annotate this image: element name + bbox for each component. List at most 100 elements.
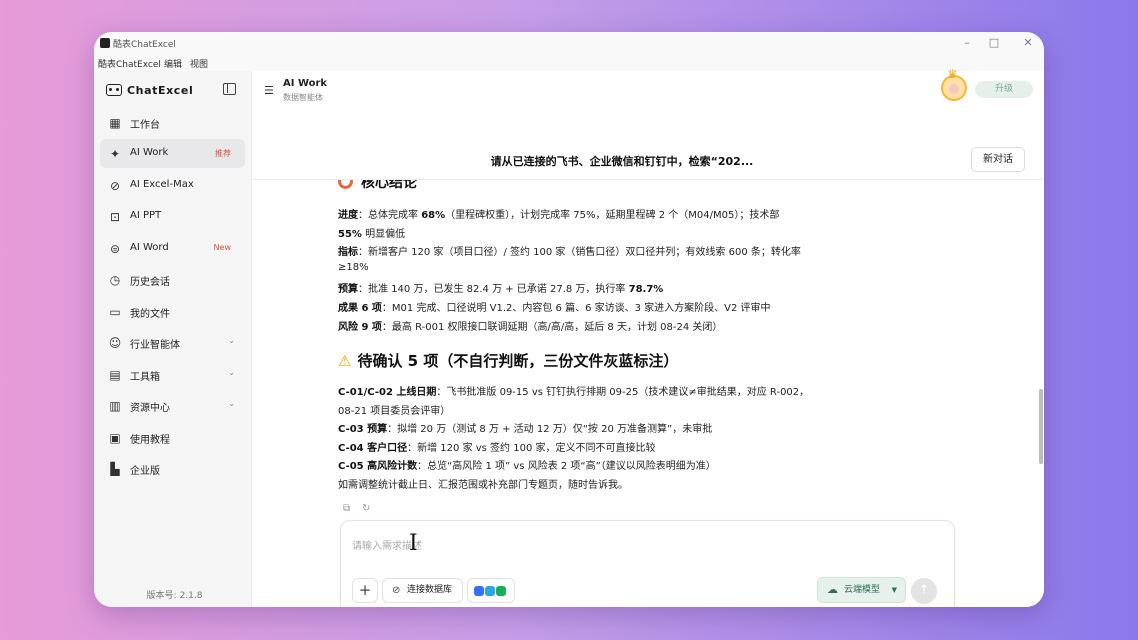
sidebar: ChatExcel ▦ 工作台 ✦ AI Work 推荐 ⊘ AI Excel-… xyxy=(94,71,252,607)
line-text: 明显偏低 xyxy=(361,229,406,240)
agent-title: AI Work xyxy=(283,78,328,89)
menu-edit[interactable]: 编辑 xyxy=(164,57,182,70)
folder-icon: ▭ xyxy=(109,305,121,319)
line-text: 08-21 项目委员会评审） xyxy=(338,406,451,417)
ppt-icon: ⊡ xyxy=(109,210,121,224)
maximize-icon[interactable]: □ xyxy=(987,36,1001,49)
upgrade-button[interactable]: 升级 xyxy=(975,81,1033,98)
line-text: ：拟增 20 万（测试 8 万 + 活动 12 万）仅“按 20 万准备测算”，… xyxy=(387,424,713,435)
text-line: C-05 高风险计数：总览“高风险 1 项” vs 风险表 2 项“高”（建议以… xyxy=(338,457,716,472)
label-bold: 指标 xyxy=(338,247,358,258)
sidebar-item-label: 行业智能体 xyxy=(130,340,180,351)
chevron-down-icon: ▼ xyxy=(891,586,897,594)
menu-app[interactable]: 酷表ChatExcel xyxy=(98,57,161,70)
version-info: 版本号: 2.1.8 xyxy=(94,588,252,601)
sidebar-item-workbench[interactable]: ▦ 工作台 xyxy=(100,108,245,137)
line-text: ：最高 R-001 权限接口联调延期（高/高/高，延后 8 天，计划 08-24… xyxy=(381,322,723,333)
sidebar-item-label: 企业版 xyxy=(130,466,160,477)
sidebar-item-label: 历史会话 xyxy=(130,277,170,288)
connect-database-label: 连接数据库 xyxy=(407,585,453,595)
sidebar-item-toolbox[interactable]: ▤ 工具箱 ⌄ xyxy=(100,360,245,389)
sidebar-item-industry-agents[interactable]: ☺ 行业智能体 ⌄ xyxy=(100,328,245,357)
chat-input-box[interactable]: 请输入需求描述 I + ⊘ 连接数据库 ☁ 云端模型 ▼ ↑ xyxy=(340,520,955,607)
grid-icon: ▦ xyxy=(109,116,121,130)
sidebar-item-enterprise[interactable]: ▙ 企业版 xyxy=(100,454,245,483)
chevron-down-icon: ⌄ xyxy=(228,399,235,408)
chat-title: 请从已连接的飞书、企业微信和钉钉中，检索“202... xyxy=(490,155,754,168)
avatar-face-icon xyxy=(949,84,959,94)
link-icon: ⊘ xyxy=(392,585,401,596)
connect-database-button[interactable]: ⊘ 连接数据库 xyxy=(382,578,463,603)
minimize-icon[interactable]: – xyxy=(960,36,974,49)
sidebar-item-label: AI PPT xyxy=(130,210,162,221)
text-line: 08-21 项目委员会评审） xyxy=(338,402,450,417)
menu-bar: 酷表ChatExcel 编辑 视图 xyxy=(94,54,1044,71)
text-line: C-03 预算：拟增 20 万（测试 8 万 + 活动 12 万）仅“按 20 … xyxy=(338,420,712,435)
text-line: 指标：新增客户 120 家（项目口径）/ 签约 100 家（销售口径）双口径并列… xyxy=(338,243,801,258)
version-number: 2.1.8 xyxy=(179,591,203,601)
brand-name: ChatExcel xyxy=(127,84,194,97)
scrollbar[interactable] xyxy=(1039,184,1044,514)
close-icon[interactable]: ✕ xyxy=(1021,36,1035,49)
text-line: 进度：总体完成率 68%（里程碑权重），计划完成率 75%，延期里程碑 2 个（… xyxy=(338,206,779,221)
new-chat-button[interactable]: 新对话 xyxy=(971,147,1025,172)
sidebar-item-label: 资源中心 xyxy=(130,403,170,414)
text-line: 风险 9 项：最高 R-001 权限接口联调延期（高/高/高，延后 8 天，计划… xyxy=(338,318,722,333)
bot-icon: ☺ xyxy=(108,336,122,350)
sidebar-item-tutorial[interactable]: ▣ 使用教程 xyxy=(100,423,245,452)
text-line: ≥18% xyxy=(338,262,369,273)
copy-icon[interactable]: ⧉ xyxy=(343,503,350,514)
menu-lines-icon: ☰ xyxy=(264,84,274,97)
connected-apps-button[interactable] xyxy=(467,578,515,603)
sidebar-item-ai-excel-max[interactable]: ⊘ AI Excel-Max xyxy=(100,171,245,200)
feishu-icon xyxy=(474,586,484,596)
version-label: 版本号: xyxy=(146,591,177,601)
add-button[interactable]: + xyxy=(352,578,378,603)
message-content: 核心结论 进度：总体完成率 68%（里程碑权重），计划完成率 75%，延期里程碑… xyxy=(252,180,1044,515)
label-bold: C-05 高风险计数 xyxy=(338,461,418,472)
model-select[interactable]: ☁ 云端模型 ▼ xyxy=(817,577,906,603)
sidebar-toggle-icon[interactable] xyxy=(223,83,236,95)
line-text: ：总体完成率 xyxy=(358,210,422,221)
excel-icon: ⊘ xyxy=(109,179,121,193)
chevron-down-icon: ⌄ xyxy=(228,368,235,377)
main-panel: ☰ AI Work 数据智能体 升级 请从已连接的飞书、企业微信和钉钉中，检索“… xyxy=(252,67,1044,607)
refresh-icon[interactable]: ↻ xyxy=(362,503,370,514)
sidebar-item-label: 工具箱 xyxy=(130,372,160,383)
label-bold: 68% xyxy=(421,210,446,221)
robot-logo-icon xyxy=(106,84,122,96)
text-line: C-01/C-02 上线日期：飞书批准版 09-15 vs 钉钉执行排期 09-… xyxy=(338,383,809,398)
menu-view[interactable]: 视图 xyxy=(190,57,208,70)
label-bold: 55% xyxy=(338,229,362,240)
line-text: （里程碑权重），计划完成率 75%，延期里程碑 2 个（M04/M05）；技术部 xyxy=(445,210,780,221)
sidebar-item-files[interactable]: ▭ 我的文件 xyxy=(100,297,245,326)
text-cursor-icon: I xyxy=(409,531,418,556)
label-bold: 进度 xyxy=(338,210,358,221)
label-bold: C-01/C-02 上线日期 xyxy=(338,387,437,398)
line-text: ：M01 完成、口径说明 V1.2、内容包 6 篇、6 家访谈、3 家进入方案阶… xyxy=(381,303,771,314)
send-button[interactable]: ↑ xyxy=(911,578,937,604)
app-window: 酷表ChatExcel – □ ✕ 酷表ChatExcel 编辑 视图 Chat… xyxy=(94,32,1044,607)
sidebar-item-ai-ppt[interactable]: ⊡ AI PPT xyxy=(100,202,245,231)
building-icon: ▙ xyxy=(110,462,120,476)
sidebar-item-history[interactable]: ◷ 历史会话 xyxy=(100,265,245,294)
sidebar-item-ai-work[interactable]: ✦ AI Work 推荐 xyxy=(100,139,245,168)
chevron-down-icon: ⌄ xyxy=(228,336,235,345)
section-heading-pending: ⚠ 待确认 5 项（不自行判断，三份文件灰蓝标注） xyxy=(338,350,678,371)
toolbox-icon: ▤ xyxy=(109,368,121,382)
heading-text: 核心结论 xyxy=(361,180,417,191)
magic-wand-icon: ✦ xyxy=(109,147,121,161)
line-text: ：总览“高风险 1 项” vs 风险表 2 项“高”（建议以风险表明细为准） xyxy=(417,461,716,472)
new-badge: New xyxy=(213,243,231,252)
sidebar-item-ai-word[interactable]: ⊜ AI Word New xyxy=(100,234,245,263)
history-icon: ◷ xyxy=(109,273,121,287)
line-text: ≥18% xyxy=(338,262,369,273)
tutorial-icon: ▣ xyxy=(109,431,121,445)
label-bold: 78.7% xyxy=(628,284,664,295)
sidebar-item-resources[interactable]: ▥ 资源中心 ⌄ xyxy=(100,391,245,420)
scroll-thumb[interactable] xyxy=(1039,389,1043,464)
avatar[interactable] xyxy=(941,67,967,101)
book-icon: ▥ xyxy=(109,399,121,413)
line-text: ：飞书批准版 09-15 vs 钉钉执行排期 09-25（技术建议≠审批结果，对… xyxy=(436,387,810,398)
heading-text: 待确认 5 项（不自行判断，三份文件灰蓝标注） xyxy=(357,352,679,370)
